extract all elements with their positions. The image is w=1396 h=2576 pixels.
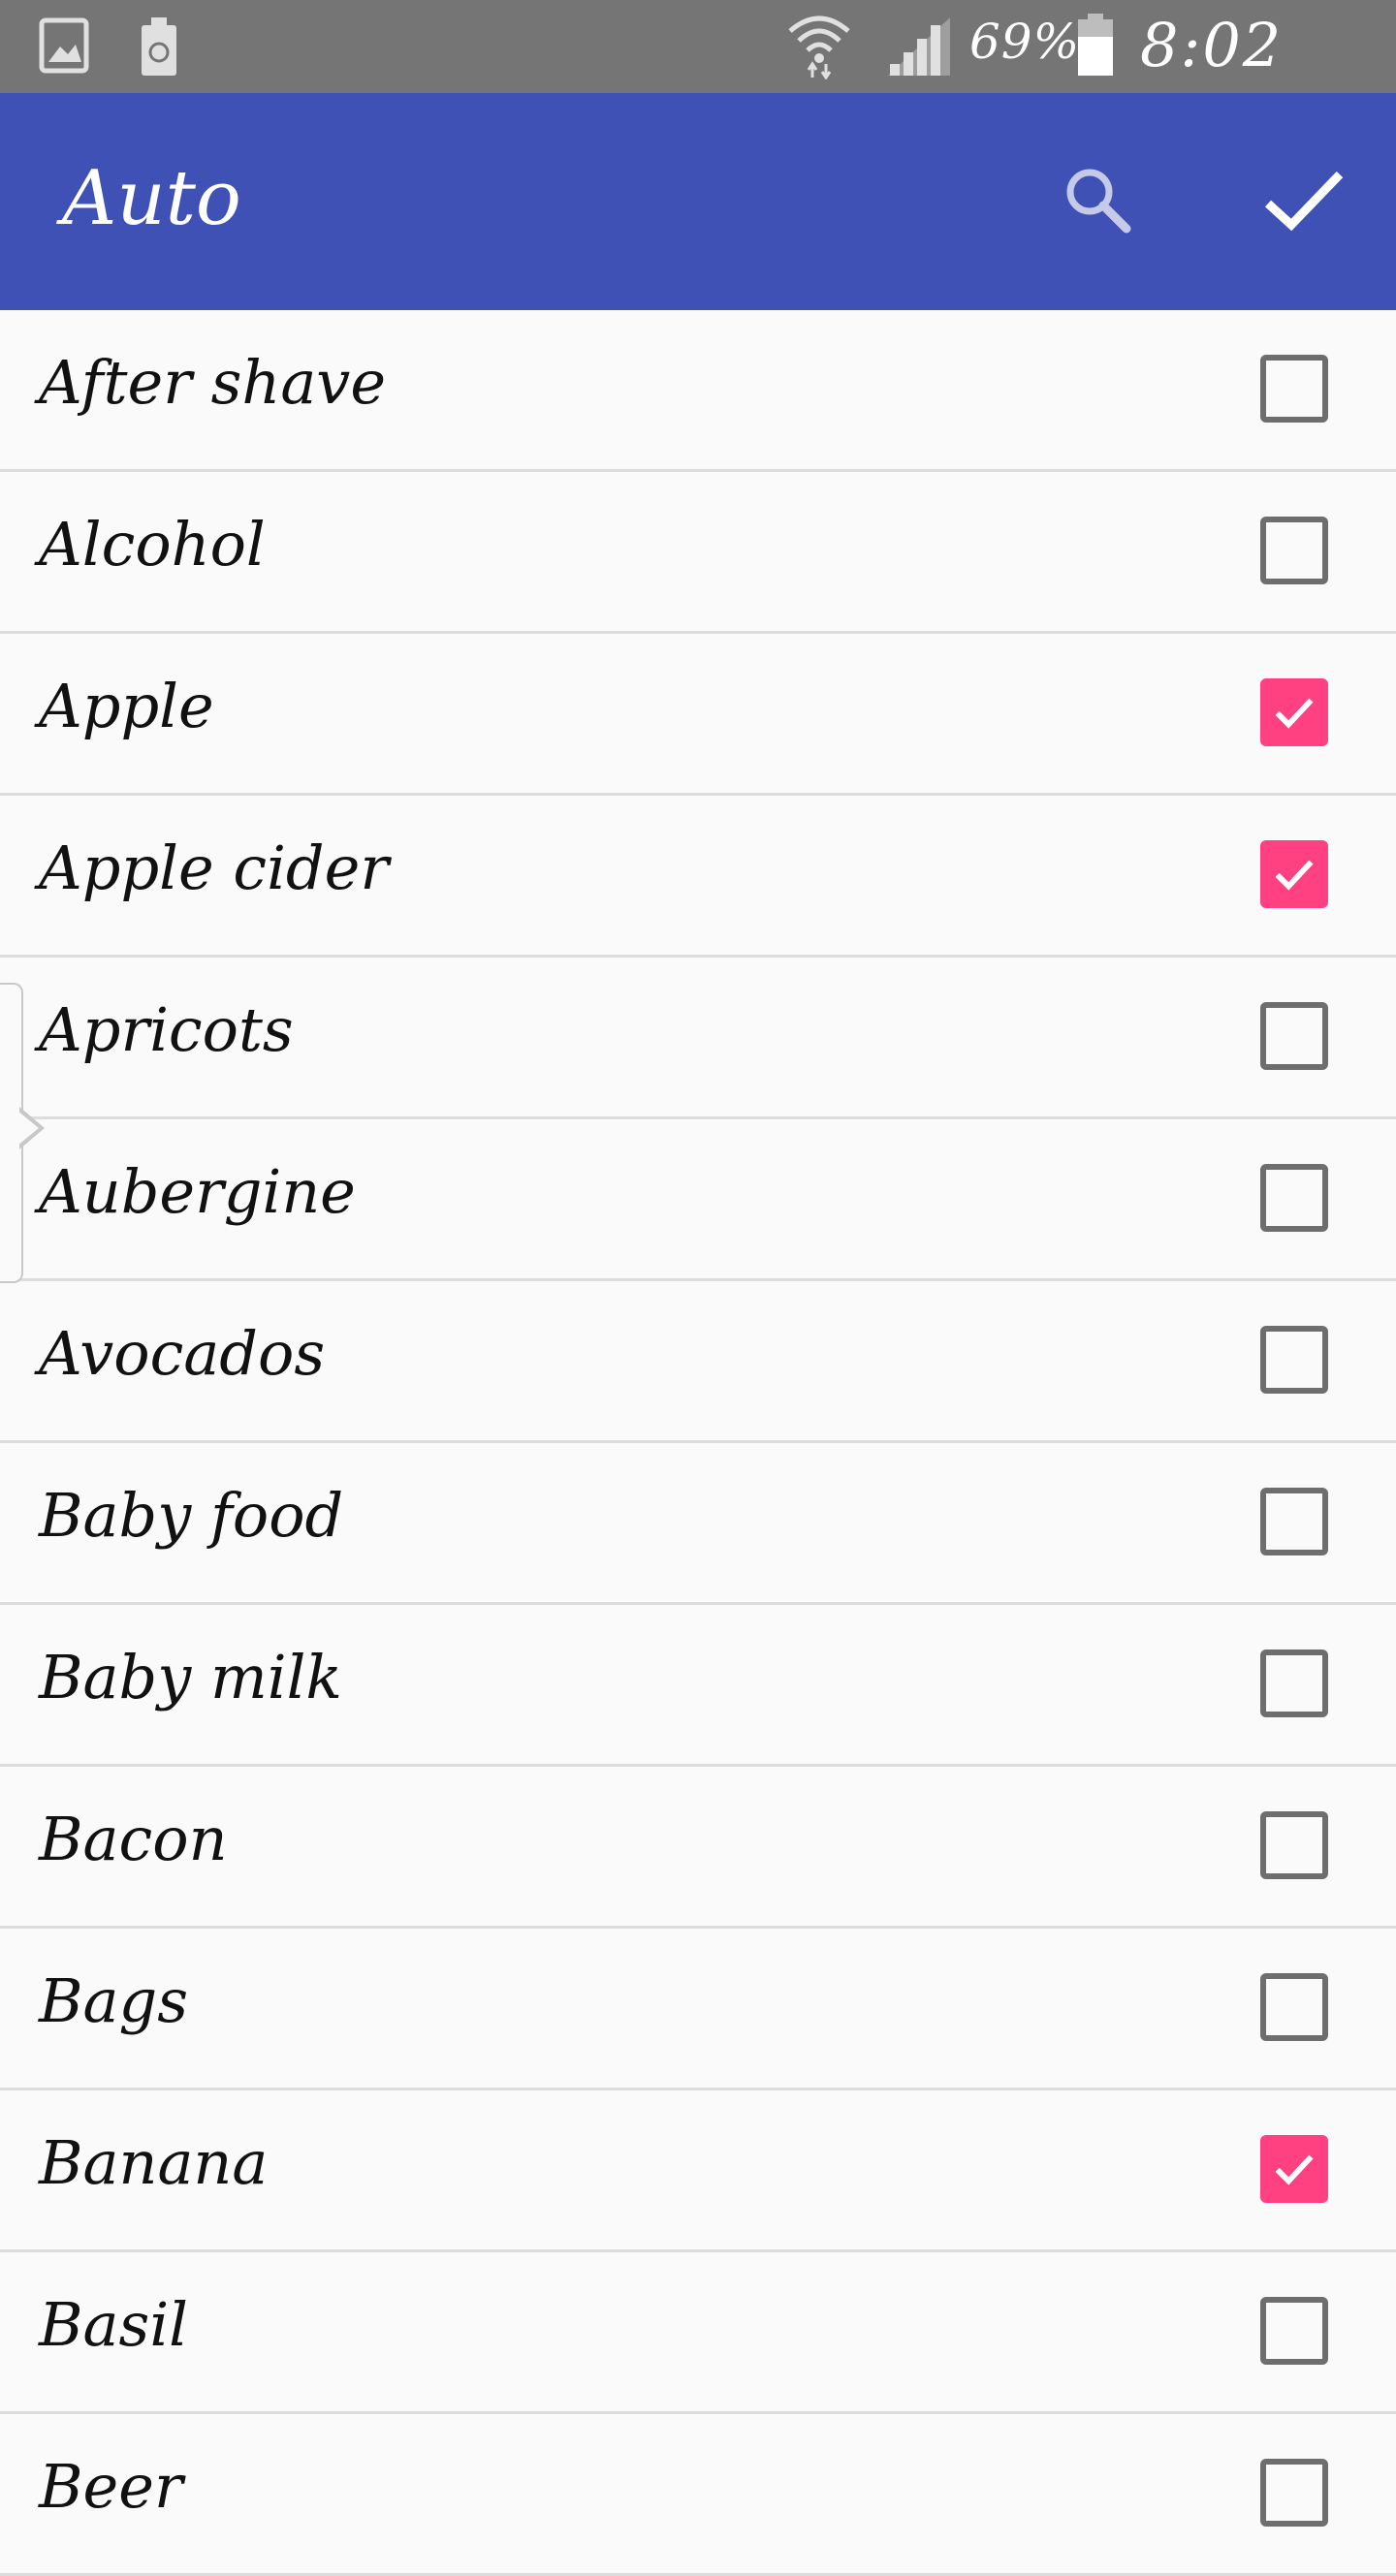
status-bar: 69% 8:02 PM: [0, 0, 1396, 151]
page-title: Auto: [62, 155, 241, 242]
battery-percent: 69%: [969, 14, 1081, 70]
app-bar: Auto: [0, 93, 1396, 310]
recycle-icon: [142, 17, 176, 76]
item-label: After shave: [39, 347, 387, 418]
list-item[interactable]: Bags: [0, 1929, 1396, 2090]
checkmark-icon: [1275, 698, 1314, 729]
item-checkbox[interactable]: [1260, 1973, 1328, 2041]
list-item[interactable]: Baby milk: [0, 1605, 1396, 1767]
item-checkbox[interactable]: [1260, 2459, 1328, 2527]
item-checkbox[interactable]: [1260, 2297, 1328, 2365]
list-item[interactable]: After shave: [0, 310, 1396, 472]
list-item[interactable]: Apple cider: [0, 796, 1396, 958]
list-item[interactable]: Aubergine: [0, 1119, 1396, 1281]
item-label: Bacon: [39, 1804, 228, 1874]
item-checkbox[interactable]: [1260, 1326, 1328, 1394]
item-checkbox[interactable]: [1260, 1002, 1328, 1070]
item-checkbox[interactable]: [1260, 678, 1328, 746]
list-item[interactable]: Apple: [0, 634, 1396, 796]
item-label: Apple cider: [39, 832, 389, 903]
list-item[interactable]: Alcohol: [0, 472, 1396, 634]
signal-icon: [888, 17, 950, 76]
battery-icon: [1078, 14, 1113, 76]
checkmark-icon: [1275, 2154, 1314, 2185]
item-checkbox[interactable]: [1260, 1488, 1328, 1555]
item-label: Avocados: [39, 1318, 326, 1389]
list-item[interactable]: Beer: [0, 2414, 1396, 2576]
item-checkbox[interactable]: [1260, 517, 1328, 584]
drawer-arrow-inner: [17, 1111, 39, 1146]
list-item[interactable]: Baby food: [0, 1443, 1396, 1605]
item-label: Apricots: [39, 994, 294, 1065]
item-label: Bags: [39, 1965, 189, 2036]
item-label: Banana: [39, 2127, 269, 2198]
list-item[interactable]: Banana: [0, 2090, 1396, 2252]
item-checkbox[interactable]: [1260, 355, 1328, 423]
check-icon[interactable]: [1260, 161, 1348, 238]
item-label: Beer: [39, 2451, 183, 2522]
item-checkbox[interactable]: [1260, 840, 1328, 908]
item-label: Basil: [39, 2289, 189, 2360]
item-checkbox[interactable]: [1260, 2135, 1328, 2203]
list-item[interactable]: Apricots: [0, 958, 1396, 1119]
search-icon[interactable]: [1059, 161, 1136, 238]
item-list: After shave Alcohol Apple Apple cider Aprico…: [0, 310, 1396, 2576]
item-checkbox[interactable]: [1260, 1164, 1328, 1232]
list-item[interactable]: Avocados: [0, 1281, 1396, 1443]
item-checkbox[interactable]: [1260, 1649, 1328, 1717]
checkmark-icon: [1275, 860, 1314, 891]
list-item[interactable]: Basil: [0, 2252, 1396, 2414]
gallery-icon: [39, 17, 89, 74]
item-checkbox[interactable]: [1260, 1811, 1328, 1879]
item-label: Aubergine: [39, 1156, 356, 1227]
item-label: Baby milk: [39, 1642, 342, 1712]
item-label: Apple: [39, 671, 214, 741]
list-item[interactable]: Bacon: [0, 1767, 1396, 1929]
wifi-icon: [788, 16, 850, 79]
item-label: Alcohol: [39, 509, 266, 580]
item-label: Baby food: [39, 1480, 344, 1551]
